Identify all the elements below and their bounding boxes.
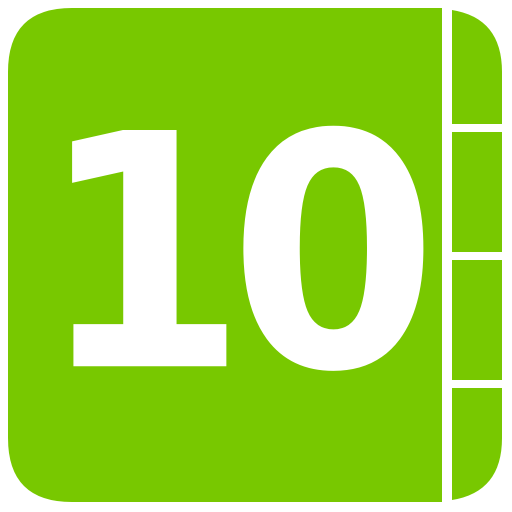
- spine-segment-bottom: [452, 388, 502, 500]
- spine-segment-2: [452, 132, 502, 252]
- spine-segment-top: [452, 10, 502, 124]
- spine-segment-3: [452, 260, 502, 380]
- icon-number: 10: [38, 65, 437, 443]
- app-icon[interactable]: 10: [0, 0, 512, 512]
